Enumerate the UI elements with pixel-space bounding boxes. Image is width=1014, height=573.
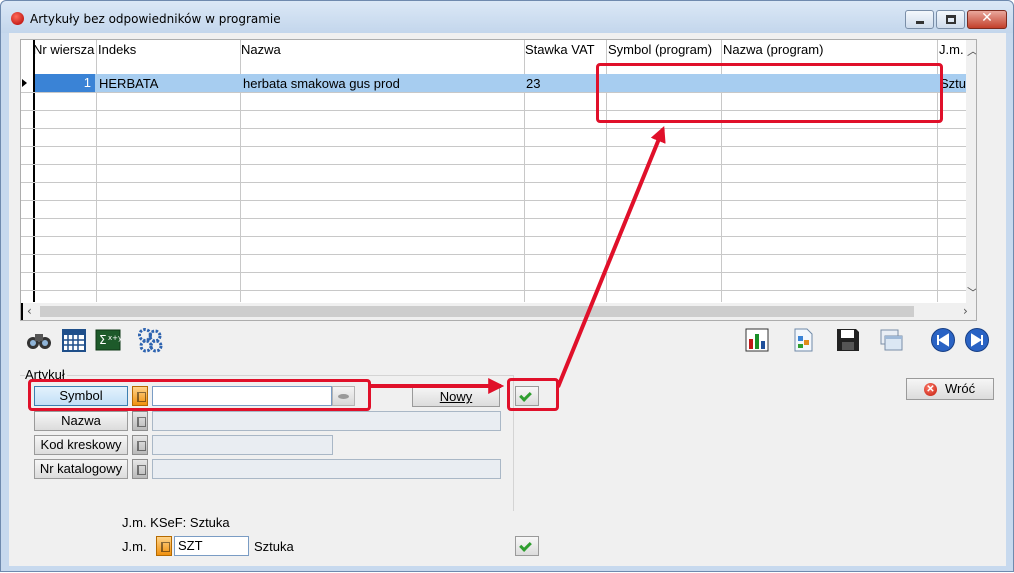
scroll-up-icon[interactable]: ︿ xyxy=(967,42,976,59)
horizontal-scroll-thumb[interactable] xyxy=(40,306,914,317)
nr-katalogowy-input[interactable] xyxy=(152,459,501,479)
cell-jm[interactable]: Sztuka xyxy=(940,76,966,91)
chart-icon[interactable] xyxy=(744,327,770,353)
save-icon[interactable] xyxy=(835,327,861,353)
wroc-button[interactable]: ✕ Wróć xyxy=(906,378,994,400)
binoculars-icon[interactable] xyxy=(26,327,52,353)
highlight-box-confirm-button xyxy=(507,378,559,411)
kod-kreskowy-lookup-icon[interactable] xyxy=(132,435,148,455)
calendar-icon[interactable] xyxy=(61,327,87,353)
vertical-scrollbar[interactable]: ︿ ﹀ xyxy=(966,40,976,304)
jm-label: J.m. xyxy=(122,539,147,554)
column-header-jm[interactable]: J.m. xyxy=(939,42,965,57)
grid-hline xyxy=(21,146,966,147)
grid-header: Nr wiersza Indeks Nazwa Stawka VAT Symbo… xyxy=(21,40,976,58)
grid-hline xyxy=(21,128,966,129)
grid-hline xyxy=(21,272,966,273)
jm-input[interactable]: SZT xyxy=(174,536,249,556)
cell-indeks[interactable]: HERBATA xyxy=(99,76,239,91)
column-header-nr-wiersza[interactable]: Nr wiersza xyxy=(33,42,95,57)
gears-icon[interactable] xyxy=(137,327,163,353)
confirm-jm-button[interactable] xyxy=(515,536,539,556)
horizontal-scrollbar[interactable]: ‹ › xyxy=(21,303,976,320)
jm-lookup-icon[interactable] xyxy=(156,536,172,556)
jm-ksef-label: J.m. KSeF: Sztuka xyxy=(122,515,230,530)
nr-katalogowy-lookup-icon[interactable] xyxy=(132,459,148,479)
close-button[interactable]: ✕ xyxy=(967,10,1007,29)
column-header-nazwa-program[interactable]: Nazwa (program) xyxy=(723,42,935,57)
scroll-right-icon[interactable]: › xyxy=(963,304,968,318)
minimize-button[interactable] xyxy=(905,10,934,29)
nr-katalogowy-button[interactable]: Nr katalogowy xyxy=(34,459,128,479)
maximize-button[interactable] xyxy=(936,10,965,29)
close-circle-icon: ✕ xyxy=(924,383,937,396)
column-header-indeks[interactable]: Indeks xyxy=(98,42,238,57)
column-header-nazwa[interactable]: Nazwa xyxy=(241,42,521,57)
minimize-icon xyxy=(916,21,924,24)
grid-hline xyxy=(21,164,966,165)
document-icon[interactable] xyxy=(790,327,816,353)
kod-kreskowy-button[interactable]: Kod kreskowy xyxy=(34,435,128,455)
nowy-button-label: Nowy xyxy=(439,389,473,404)
nowy-button[interactable]: Nowy xyxy=(412,386,500,407)
formula-icon[interactable]: Σ x+y xyxy=(95,327,121,353)
close-icon: ✕ xyxy=(981,10,993,26)
column-header-symbol-program[interactable]: Symbol (program) xyxy=(608,42,721,57)
wroc-label: Wróć xyxy=(945,381,976,396)
column-header-stawka-vat[interactable]: Stawka VAT xyxy=(525,42,605,57)
cell-nr-wiersza[interactable]: 1 xyxy=(35,74,95,92)
application-window: Artykuły bez odpowiedników w programie ✕… xyxy=(0,0,1014,572)
scroll-left-icon[interactable]: ‹ xyxy=(27,304,32,318)
grid-hline xyxy=(21,182,966,183)
grid-hline xyxy=(21,254,966,255)
highlight-box-symbol-field xyxy=(28,379,371,411)
windows-icon[interactable] xyxy=(878,327,904,353)
grid-hline xyxy=(21,218,966,219)
kod-kreskowy-input[interactable] xyxy=(152,435,333,455)
window-title: Artykuły bez odpowiedników w programie xyxy=(30,12,281,26)
cell-stawka-vat[interactable]: 23 xyxy=(526,76,604,91)
cell-nazwa[interactable]: herbata smakowa gus prod xyxy=(243,76,523,91)
nazwa-button[interactable]: Nazwa xyxy=(34,411,128,431)
app-icon xyxy=(11,12,24,25)
current-row-indicator-icon xyxy=(22,79,27,87)
prev-icon[interactable] xyxy=(930,327,956,353)
grid-hline xyxy=(21,200,966,201)
maximize-icon xyxy=(946,15,956,24)
next-icon[interactable] xyxy=(964,327,990,353)
grid-hline xyxy=(21,290,966,291)
scroll-down-icon[interactable]: ﹀ xyxy=(967,284,976,301)
grid-hline xyxy=(21,236,966,237)
title-bar: Artykuły bez odpowiedników w programie ✕ xyxy=(1,1,1013,33)
row-indicator-divider xyxy=(21,303,23,320)
nazwa-lookup-icon[interactable] xyxy=(132,411,148,431)
svg-text:Σ: Σ xyxy=(99,333,107,347)
svg-text:x+y: x+y xyxy=(108,334,121,342)
nazwa-input[interactable] xyxy=(152,411,501,431)
jm-name: Sztuka xyxy=(254,539,294,554)
highlight-box-program-columns xyxy=(596,63,943,123)
check-icon xyxy=(519,539,532,552)
